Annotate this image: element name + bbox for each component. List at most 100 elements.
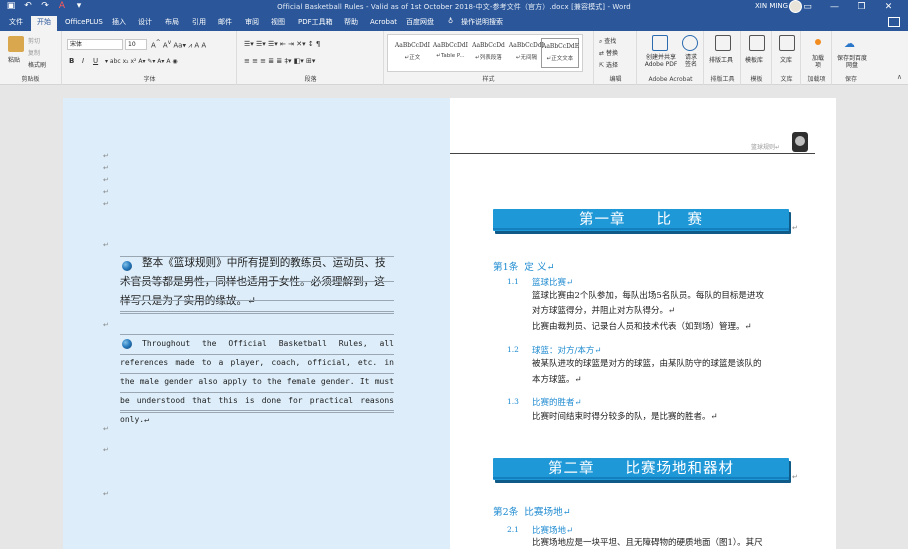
list-icons[interactable]: ☰▾ ☰▾ ☰▾ ⇤ ⇥ ✕▾ ↕ ¶ bbox=[244, 40, 320, 48]
replace-button[interactable]: ⇄ 替换 bbox=[599, 48, 618, 57]
request-signature-button[interactable]: 请求签名 bbox=[683, 54, 699, 68]
copy-button[interactable]: 复制 bbox=[28, 48, 40, 57]
format-painter-button[interactable]: 格式刷 bbox=[28, 60, 46, 69]
tab-baidu-netdisk[interactable]: 百度网盘 bbox=[406, 17, 434, 31]
font-effects-icon[interactable]: ▾ abc x₂ x² A▾ ✎▾ A▾ A ◉ bbox=[105, 58, 178, 65]
fiba-logo-icon bbox=[792, 132, 808, 152]
font-name-select[interactable]: 宋体 bbox=[67, 39, 123, 50]
baidu-cloud-icon[interactable]: ☁ bbox=[844, 37, 855, 50]
templates-group: 模板库 模板 bbox=[742, 31, 772, 85]
article-1-heading: 第1条定 义↵ bbox=[493, 262, 555, 273]
note-rule bbox=[120, 392, 394, 393]
ribbon-display-icon[interactable]: ▭ bbox=[794, 0, 821, 14]
bold-button[interactable]: B bbox=[69, 57, 74, 65]
underline-button[interactable]: U bbox=[93, 57, 98, 65]
tab-acrobat[interactable]: Acrobat bbox=[370, 17, 397, 31]
layout-tools-button[interactable]: 排版工具 bbox=[709, 55, 733, 64]
tab-layout[interactable]: 布局 bbox=[165, 17, 179, 31]
clipboard-group-label: 剪贴板 bbox=[21, 76, 40, 83]
left-page[interactable]: ↵ ↵ ↵ ↵ ↵ ↵ 整本《篮球规则》中所有提到的教练员、运动员、技术官员等都… bbox=[63, 98, 450, 549]
create-share-pdf-button[interactable]: 创建并共享 Adobe PDF bbox=[642, 54, 680, 68]
cut-button[interactable]: 剪切 bbox=[28, 36, 40, 45]
wenku-icon[interactable] bbox=[779, 35, 795, 51]
zh-gender-note: 整本《篮球规则》中所有提到的教练员、运动员、技术官员等都是男性，同样也适用于女性… bbox=[120, 257, 386, 307]
lightbulb-icon[interactable]: ♁ bbox=[448, 17, 453, 25]
document-workspace[interactable]: ↵ ↵ ↵ ↵ ↵ ↵ 整本《篮球规则》中所有提到的教练员、运动员、技术官员等都… bbox=[0, 85, 908, 549]
acrobat-group-label: Adobe Acrobat bbox=[648, 76, 693, 83]
comments-icon[interactable] bbox=[888, 17, 900, 27]
tab-home[interactable]: 开始 bbox=[31, 16, 57, 31]
find-button[interactable]: ⌕ 查找 bbox=[599, 36, 616, 46]
select-button[interactable]: ⇱ 选择 bbox=[599, 60, 618, 69]
ribbon-tabs: 文件 开始 OfficePLUS 插入 设计 布局 引用 邮件 审阅 视图 PD… bbox=[0, 14, 908, 31]
note-rule bbox=[120, 354, 394, 355]
paragraph-mark: ↵ bbox=[103, 164, 109, 172]
tab-help[interactable]: 帮助 bbox=[344, 17, 358, 31]
right-page[interactable]: 篮球规则↵ 第一章 比 赛 ↵ 第1条定 义↵ 1.1 篮球比赛↵ 篮球比赛由2… bbox=[450, 98, 836, 549]
paragraph-group: ☰▾ ☰▾ ☰▾ ⇤ ⇥ ✕▾ ↕ ¶ ≡ ≡ ≡ ≣ ≣ ‡▾ ◧▾ ⊞▾ 段… bbox=[238, 31, 384, 85]
paragraph-mark: ↵ bbox=[103, 188, 109, 196]
body-text-line: 被某队进攻的球篮是对方的球篮，由某队防守的球篮是该队的 bbox=[532, 359, 762, 369]
maximize-icon[interactable]: ❐ bbox=[848, 0, 875, 14]
addins-button[interactable]: 加载项 bbox=[810, 55, 826, 69]
tab-design[interactable]: 设计 bbox=[138, 17, 152, 31]
body-text-line: 对方球篮得分，并阻止对方队得分。↵ bbox=[532, 306, 676, 316]
section-title: 比赛的胜者↵ bbox=[532, 398, 582, 408]
note-rule bbox=[120, 300, 394, 301]
tab-mailings[interactable]: 邮件 bbox=[218, 17, 232, 31]
title-bar: ▣ ↶ ↷ A ▾ Official Basketball Rules - Va… bbox=[0, 0, 908, 14]
tab-pdf-tools[interactable]: PDF工具箱 bbox=[298, 17, 333, 31]
tab-file[interactable]: 文件 bbox=[9, 17, 23, 31]
tab-references[interactable]: 引用 bbox=[192, 17, 206, 31]
wenku-group: 文库 文库 bbox=[773, 31, 801, 85]
font-group: 宋体 10 A^ Av Aa▾ ⩘ A A B I U ▾ abc x₂ x² … bbox=[63, 31, 237, 85]
addins-icon[interactable] bbox=[815, 39, 821, 45]
wenku-group-label: 文库 bbox=[780, 76, 793, 83]
body-text-line: 比赛场地应是一块平坦、且无障碍物的硬质地面（图1）。其尺 bbox=[532, 538, 763, 548]
request-signature-icon[interactable] bbox=[682, 35, 698, 51]
paragraph-mark: ↵ bbox=[103, 241, 109, 249]
tab-officeplus[interactable]: OfficePLUS bbox=[65, 17, 103, 31]
paragraph-mark: ↵ bbox=[103, 152, 109, 160]
template-library-button[interactable]: 模板库 bbox=[745, 55, 763, 64]
paste-label[interactable]: 粘贴 bbox=[8, 55, 20, 64]
header-rule bbox=[450, 153, 815, 154]
tab-insert[interactable]: 插入 bbox=[112, 17, 126, 31]
article-2-heading: 第2条 比赛场地↵ bbox=[493, 507, 571, 518]
paragraph-mark: ↵ bbox=[103, 176, 109, 184]
collapse-ribbon-icon[interactable]: ∧ bbox=[897, 73, 902, 81]
chapter-2-heading: 第二章 比赛场地和器材 bbox=[493, 458, 789, 480]
page-header-text: 篮球规则↵ bbox=[751, 144, 781, 151]
body-text-line: 比赛时间结束时得分较多的队，是比赛的胜者。↵ bbox=[532, 412, 718, 422]
save-to-netdisk-button[interactable]: 保存到百度网盘 bbox=[837, 55, 867, 69]
paragraph-mark: ↵ bbox=[103, 321, 109, 329]
ribbon: 粘贴 剪切 复制 格式刷 剪贴板 宋体 10 A^ Av Aa▾ ⩘ A A B… bbox=[0, 31, 908, 85]
tell-me-search[interactable]: 操作说明搜索 bbox=[461, 17, 503, 27]
font-size-select[interactable]: 10 bbox=[125, 39, 147, 50]
addins-group: 加载项 加载项 bbox=[802, 31, 832, 85]
addins-group-label: 加载项 bbox=[807, 76, 826, 83]
acrobat-group: 创建并共享 Adobe PDF 请求签名 Adobe Acrobat bbox=[638, 31, 704, 85]
tab-view[interactable]: 视图 bbox=[271, 17, 285, 31]
paste-icon[interactable] bbox=[8, 36, 24, 52]
create-pdf-icon[interactable] bbox=[652, 35, 668, 51]
grow-font-icon[interactable]: A^ Av Aa▾ ⩘ A A bbox=[151, 40, 206, 50]
user-name[interactable]: XIN MING bbox=[755, 2, 788, 10]
wenku-button[interactable]: 文库 bbox=[780, 55, 792, 64]
minimize-icon[interactable]: — bbox=[821, 0, 848, 14]
save-group: ☁ 保存到百度网盘 保存 bbox=[833, 31, 869, 85]
paragraph-group-label: 段落 bbox=[304, 76, 317, 83]
italic-button[interactable]: I bbox=[82, 57, 84, 65]
layout-tools-icon[interactable] bbox=[715, 35, 731, 51]
styles-group-label: 样式 bbox=[482, 76, 495, 83]
template-library-icon[interactable] bbox=[749, 35, 765, 51]
tab-review[interactable]: 审阅 bbox=[245, 17, 259, 31]
paragraph-mark: ↵ bbox=[103, 490, 109, 498]
note-bottom-rule bbox=[120, 311, 394, 314]
body-text-line: 篮球比赛由2个队参加，每队出场5名队员。每队的目标是进攻 bbox=[532, 291, 764, 301]
section-title: 球篮：对方/本方↵ bbox=[532, 346, 602, 356]
font-group-label: 字体 bbox=[143, 76, 156, 83]
close-icon[interactable]: ✕ bbox=[875, 0, 902, 14]
layout-tools-group-label: 排版工具 bbox=[710, 76, 735, 83]
align-icons[interactable]: ≡ ≡ ≡ ≣ ≣ ‡▾ ◧▾ ⊞▾ bbox=[244, 57, 315, 65]
